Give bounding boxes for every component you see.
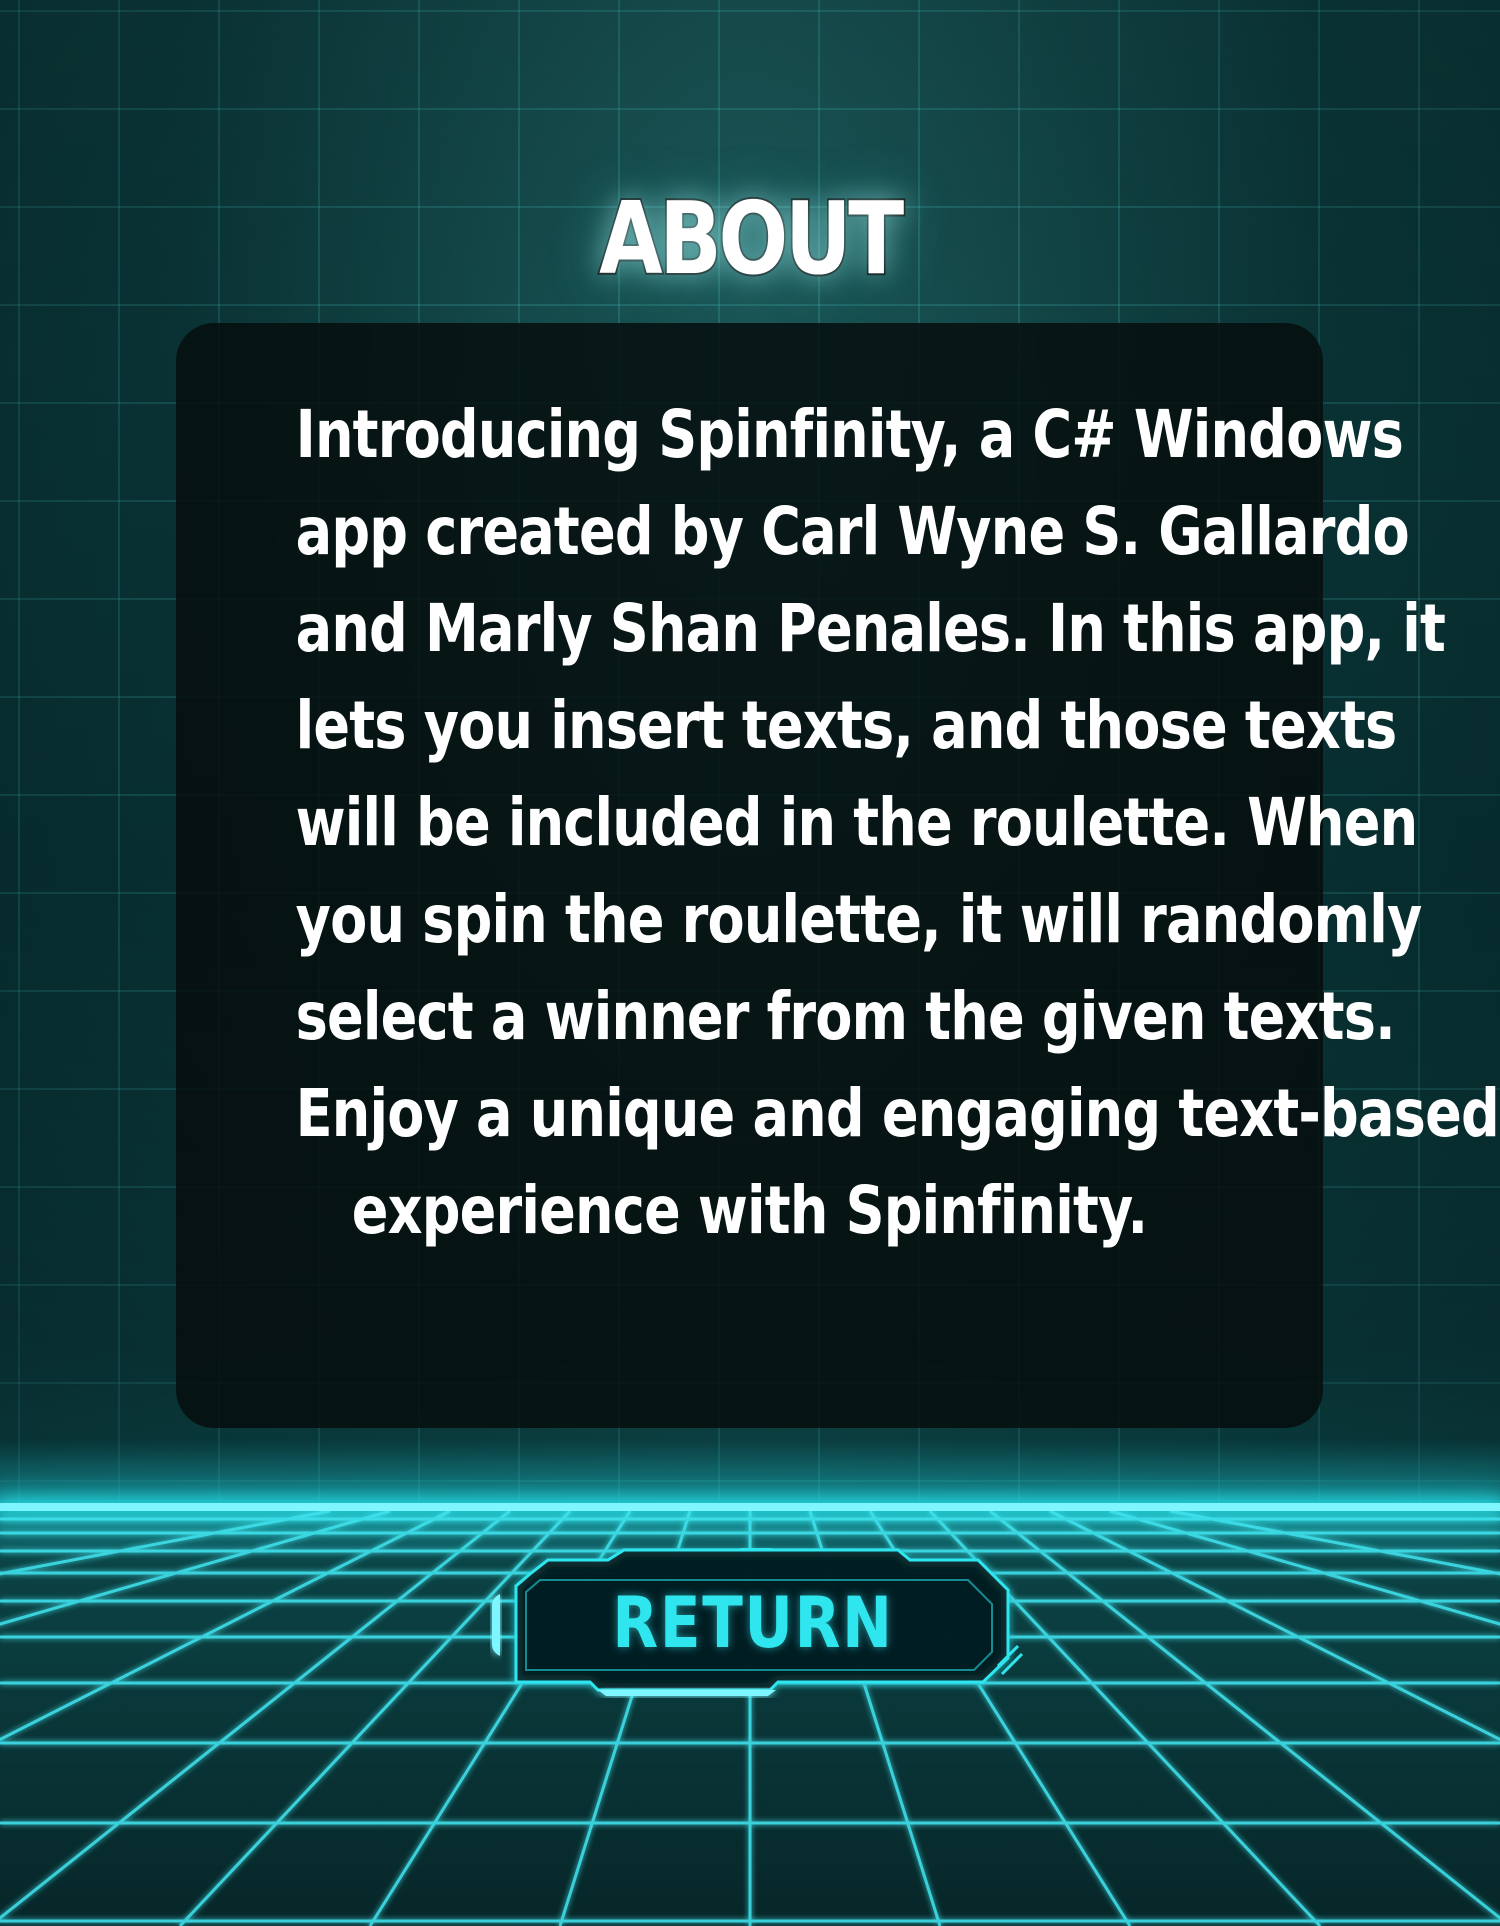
return-button-label: RETURN bbox=[612, 1582, 894, 1664]
about-line: select a winner from the given texts. bbox=[295, 978, 1396, 1055]
about-line: Enjoy a unique and engaging text-based bbox=[295, 1075, 1500, 1152]
about-line: you spin the roulette, it will randomly bbox=[295, 881, 1423, 958]
return-button[interactable]: RETURN bbox=[478, 1548, 1028, 1698]
title-container: ABOUT bbox=[0, 178, 1500, 299]
page-title: ABOUT bbox=[597, 178, 905, 299]
about-line: Introducing Spinfinity, a C# Windows bbox=[295, 396, 1404, 473]
about-line: and Marly Shan Penales. In this app, it bbox=[295, 590, 1446, 667]
horizon-line bbox=[0, 1503, 1500, 1511]
about-screen: ABOUT Introducing Spinfinity, a C# Windo… bbox=[0, 0, 1500, 1926]
about-line: experience with Spinfinity. bbox=[351, 1172, 1148, 1249]
about-description: Introducing Spinfinity, a C# Windows app… bbox=[295, 386, 1500, 1259]
about-line: lets you insert texts, and those texts bbox=[295, 687, 1398, 764]
about-line: will be included in the roulette. When bbox=[295, 784, 1419, 861]
about-line: app created by Carl Wyne S. Gallardo bbox=[295, 493, 1410, 570]
